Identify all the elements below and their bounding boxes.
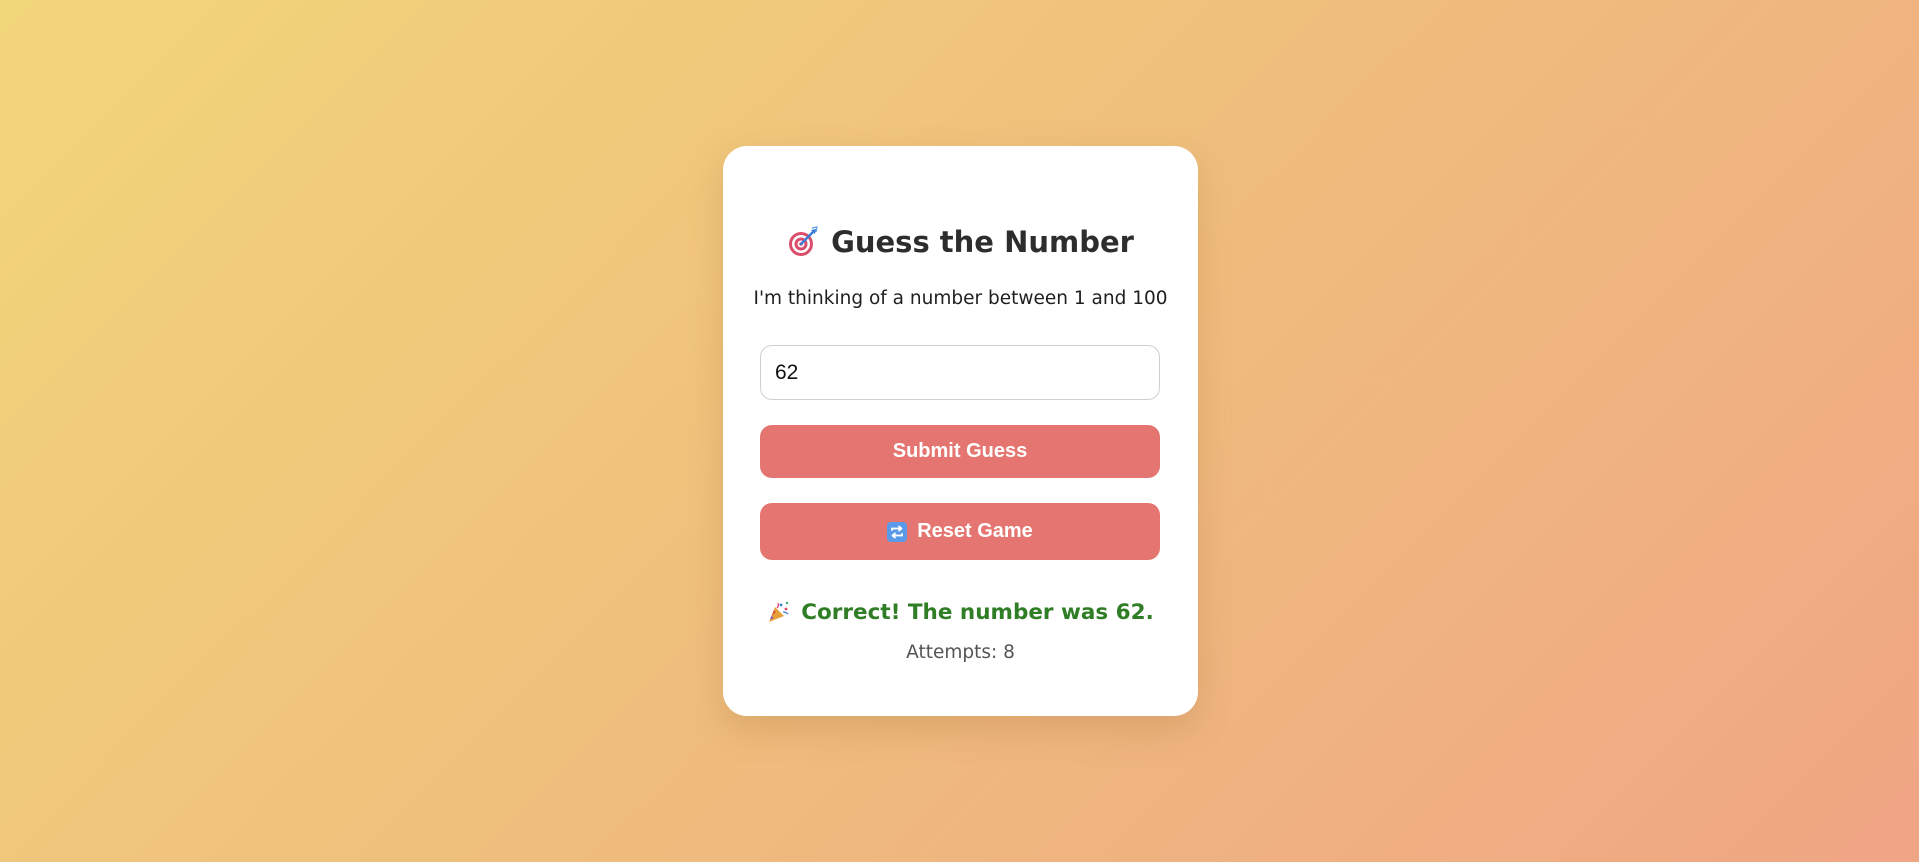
submit-guess-button[interactable]: Submit Guess (760, 425, 1160, 478)
result-message: Correct! The number was 62. (801, 599, 1154, 625)
reset-game-button[interactable]: Reset Game (760, 503, 1160, 560)
target-icon (787, 226, 819, 258)
page-title: Guess the Number (831, 225, 1134, 259)
title-row: Guess the Number (723, 222, 1198, 262)
instruction-text: I'm thinking of a number between 1 and 1… (753, 288, 1168, 309)
repeat-icon (887, 521, 908, 542)
reset-game-label: Reset Game (917, 520, 1033, 542)
guess-input[interactable] (760, 345, 1160, 400)
attempts-counter: Attempts: 8 (906, 642, 1015, 663)
submit-guess-label: Submit Guess (892, 440, 1028, 462)
party-popper-icon (767, 600, 791, 624)
game-card: Guess the Number I'm thinking of a numbe… (723, 146, 1198, 716)
result-message-row: Correct! The number was 62. (723, 597, 1198, 627)
